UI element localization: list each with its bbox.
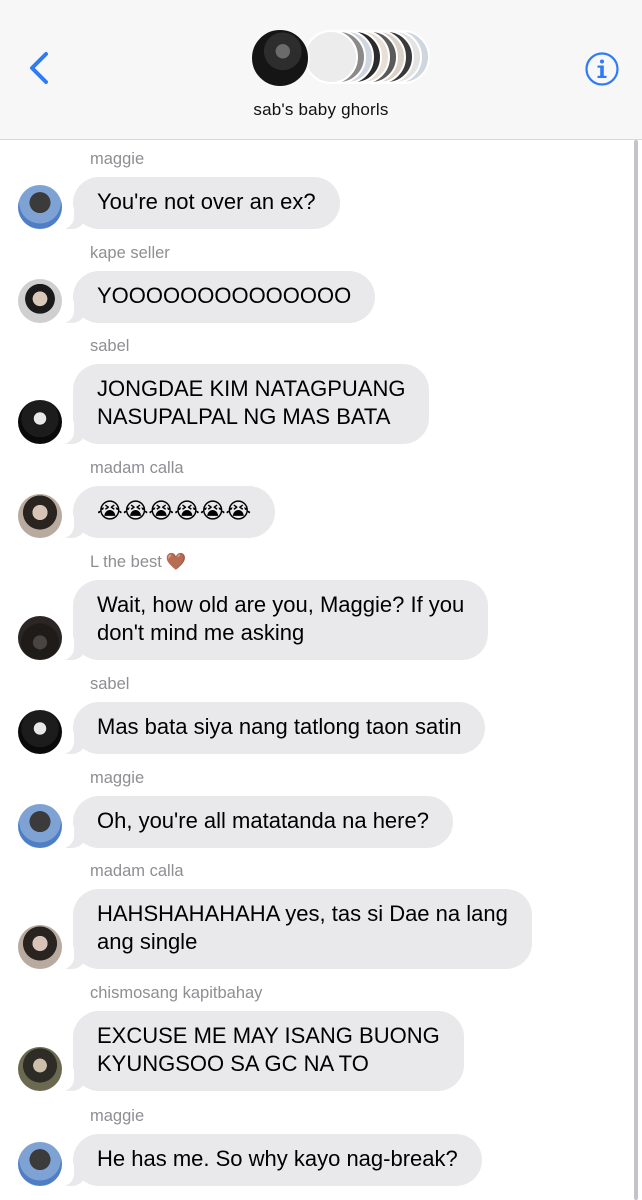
bubble-tail bbox=[58, 1164, 86, 1186]
sender-avatar[interactable] bbox=[18, 804, 62, 848]
scrollbar[interactable] bbox=[634, 140, 638, 1200]
message-bubble[interactable]: Wait, how old are you, Maggie? If you do… bbox=[73, 580, 489, 660]
sender-name: L the best 🤎 bbox=[90, 553, 186, 572]
sender-avatar[interactable] bbox=[18, 1047, 62, 1091]
sender-avatar[interactable] bbox=[18, 279, 62, 323]
sender-avatar[interactable] bbox=[18, 185, 62, 229]
sender-name: maggie bbox=[90, 1107, 145, 1125]
sender-name: sabel bbox=[90, 337, 130, 355]
bubble-tail bbox=[58, 207, 86, 229]
info-circle-icon bbox=[585, 52, 619, 86]
bubble-tail bbox=[58, 516, 86, 538]
bubble-tail bbox=[58, 638, 86, 660]
message-bubble[interactable]: Mas bata siya nang tatlong taon satin bbox=[73, 702, 486, 754]
message-bubble[interactable]: Oh, you're all matatanda na here? bbox=[73, 796, 453, 848]
message-bubble[interactable]: HAHSHAHAHAHA yes, tas si Dae na lang ang… bbox=[73, 889, 532, 969]
bubble-tail bbox=[58, 1069, 86, 1091]
message-bubble[interactable]: EXCUSE ME MAY ISANG BUONG KYUNGSOO SA GC… bbox=[73, 1011, 464, 1091]
message-bubble[interactable]: YOOOOOOOOOOOOOO bbox=[73, 271, 376, 323]
sender-name: maggie bbox=[90, 769, 145, 787]
bubble-tail bbox=[58, 947, 86, 969]
chat-header: sab's baby ghorls bbox=[0, 0, 642, 140]
message-list[interactable]: maggie You're not over an ex? kape selle… bbox=[0, 140, 634, 1200]
sender-name-text: L the best bbox=[90, 553, 162, 571]
sender-name: kape seller bbox=[90, 244, 170, 262]
group-avatar-stack[interactable] bbox=[250, 28, 430, 90]
bubble-tail bbox=[58, 301, 86, 323]
sender-avatar[interactable] bbox=[18, 710, 62, 754]
sender-name: madam calla bbox=[90, 862, 184, 880]
sender-name: maggie bbox=[90, 150, 145, 168]
info-button[interactable] bbox=[584, 51, 620, 87]
chevron-left-icon bbox=[30, 52, 48, 84]
bubble-tail bbox=[58, 422, 86, 444]
heart-emoji: 🤎 bbox=[165, 553, 187, 571]
bubble-tail bbox=[58, 732, 86, 754]
message-bubble[interactable]: JONGDAE KIM NATAGPUANG NASUPALPAL NG MAS… bbox=[73, 364, 430, 444]
sender-avatar[interactable] bbox=[18, 494, 62, 538]
member-avatar bbox=[304, 30, 358, 84]
group-avatar bbox=[250, 28, 310, 88]
chat-screen: sab's baby ghorls maggie You're not over… bbox=[0, 0, 642, 1200]
sender-name: chismosang kapitbahay bbox=[90, 984, 263, 1002]
sender-avatar[interactable] bbox=[18, 925, 62, 969]
group-name[interactable]: sab's baby ghorls bbox=[0, 100, 642, 120]
sender-name: madam calla bbox=[90, 459, 184, 477]
sender-avatar[interactable] bbox=[18, 616, 62, 660]
sender-avatar[interactable] bbox=[18, 400, 62, 444]
message-bubble[interactable]: He has me. So why kayo nag-break? bbox=[73, 1134, 482, 1186]
message-bubble[interactable]: 😭😭😭😭😭😭 bbox=[73, 486, 276, 538]
message-bubble[interactable]: You're not over an ex? bbox=[73, 177, 340, 229]
sender-avatar[interactable] bbox=[18, 1142, 62, 1186]
bubble-tail bbox=[58, 826, 86, 848]
sender-name: sabel bbox=[90, 675, 130, 693]
back-button[interactable] bbox=[22, 48, 56, 88]
